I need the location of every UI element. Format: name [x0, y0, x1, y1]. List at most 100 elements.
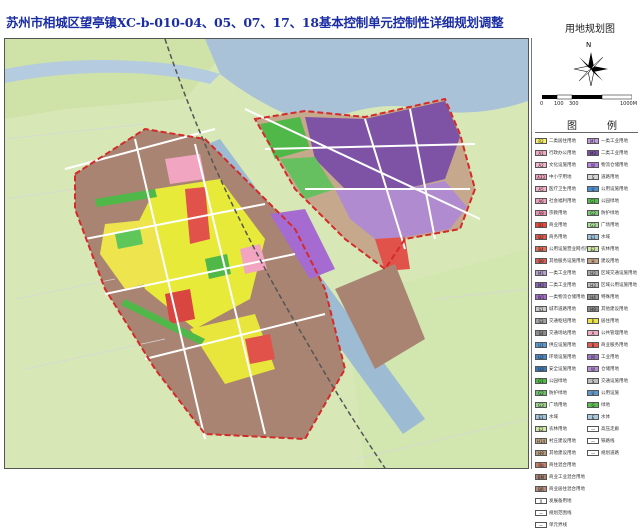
legend-title-char-1: 图	[567, 121, 577, 132]
legend-item: E1 水域	[587, 232, 639, 242]
map-sheet: 苏州市相城区望亭镇XC-b-010-04、05、07、17、18基本控制单元控制…	[0, 0, 640, 528]
legend-item	[587, 496, 639, 506]
legend-item: S 道路用地	[587, 172, 639, 182]
legend-item: M2 二类工业用地	[587, 148, 639, 158]
legend-label: 公园绿地	[549, 379, 567, 384]
legend-item: E1 水域	[535, 412, 587, 422]
legend-swatch: H14	[535, 438, 547, 444]
legend-label: 水体	[601, 415, 610, 420]
legend-swatch: A2	[535, 162, 547, 168]
scale-label-1: 100	[554, 101, 564, 107]
legend-item: E2 农林用地	[587, 244, 639, 254]
legend-label: 村庄建设用地	[549, 439, 576, 444]
legend-item: A6 社会福利用地	[535, 196, 587, 206]
legend-item	[587, 484, 639, 494]
legend-label: 文化设施用地	[549, 163, 576, 168]
legend-item: M1 一类工业用地	[587, 136, 639, 146]
legend-panel: N 0 100 300 1000M 图 例 R2 二类居住用地 M1 一类工业用地 A1…	[531, 38, 640, 528]
legend-swatch: B	[587, 342, 599, 348]
legend-item: M1 一类工业用地	[535, 268, 587, 278]
legend-label: 区域公用设施用地	[601, 283, 637, 288]
legend-label: 特殊用地	[601, 295, 619, 300]
legend-item: H9 其他建设用地	[587, 304, 639, 314]
legend-item: U 公用设施用地	[587, 184, 639, 194]
legend-swatch: Rb	[535, 462, 547, 468]
legend-swatch: X	[535, 498, 547, 504]
legend-swatch: H2	[587, 270, 599, 276]
legend-label: 其他建设用地	[549, 451, 576, 456]
legend-label: 商务用地	[549, 235, 567, 240]
legend-label: 二类工业用地	[601, 151, 628, 156]
legend-label: 水域	[601, 235, 610, 240]
legend-swatch: S	[587, 174, 599, 180]
legend-label: 商业工业混合用地	[549, 475, 585, 480]
legend-label: 广场用地	[549, 403, 567, 408]
legend-item: A33 中小学用地	[535, 172, 587, 182]
legend-label: 规划道路	[601, 451, 619, 456]
legend-label: 区域交通设施用地	[601, 271, 637, 276]
legend-label: 商业服务用地	[601, 343, 628, 348]
legend-swatch: BR	[535, 486, 547, 492]
legend-label: 物流仓储用地	[601, 163, 628, 168]
legend-swatch: H4	[587, 294, 599, 300]
legend-swatch: G2	[535, 390, 547, 396]
legend-swatch: —	[535, 522, 547, 528]
legend-item: A5 医疗卫生用地	[535, 184, 587, 194]
legend-item: G 绿地	[587, 400, 639, 410]
legend-label: 公共管理用地	[601, 331, 628, 336]
legend-swatch: H9	[535, 450, 547, 456]
scale-label-2: 300	[569, 101, 579, 107]
legend-item: H9 其他建设用地	[535, 448, 587, 458]
legend-swatch: —	[587, 450, 599, 456]
legend-label: 一类工业用地	[601, 139, 628, 144]
scale-bar	[542, 94, 632, 100]
compass-north-label: N	[586, 41, 592, 49]
legend-swatch: W	[587, 162, 599, 168]
legend-swatch: A33	[535, 174, 547, 180]
legend-label: 公用设施	[601, 391, 619, 396]
legend-label: 社会福利用地	[549, 199, 576, 204]
legend-item: S4 交通场站用地	[535, 328, 587, 338]
legend-swatch: M2	[587, 150, 599, 156]
land-use-map[interactable]	[4, 38, 529, 469]
legend-swatch: B9	[535, 258, 547, 264]
legend-item: Rb 商住混合用地	[535, 460, 587, 470]
land-use-map-svg	[5, 39, 528, 468]
legend-label: 水域	[549, 415, 558, 420]
legend-label: 二类工业用地	[549, 283, 576, 288]
legend-item: H2 区域交通设施用地	[587, 268, 639, 278]
legend-label: 广场用地	[601, 223, 619, 228]
legend-label: 铁路线	[601, 439, 615, 444]
legend-label: 商业居住混合用地	[549, 487, 585, 492]
legend-label: 城市道路用地	[549, 307, 576, 312]
scale-label-3: 1000M	[620, 101, 638, 107]
legend-item: G1 公园绿地	[535, 376, 587, 386]
legend-swatch: B2	[535, 234, 547, 240]
legend-swatch: M	[587, 354, 599, 360]
legend-label: 商住混合用地	[549, 463, 576, 468]
legend-item: A9 宗教用地	[535, 208, 587, 218]
legend-item: A1 行政办公用地	[535, 148, 587, 158]
legend-item: M2 二类工业用地	[535, 280, 587, 290]
legend-divider	[535, 132, 638, 133]
legend-item: B9 其他服务设施用地	[535, 256, 587, 266]
legend-label: 一类物流仓储用地	[549, 295, 585, 300]
map-title: 苏州市相城区望亭镇XC-b-010-04、05、07、17、18基本控制单元控制…	[6, 15, 504, 30]
legend-item: B1 商业用地	[535, 220, 587, 230]
legend-item: G3 广场用地	[587, 220, 639, 230]
legend-title-char-2: 例	[607, 121, 617, 132]
legend-label: 商业用地	[549, 223, 567, 228]
legend-swatch: H	[587, 258, 599, 264]
legend-swatch: W	[587, 366, 599, 372]
legend-item: G2 防护绿地	[535, 388, 587, 398]
legend-item: H3 区域公用设施用地	[587, 280, 639, 290]
legend-label: 中小学用地	[549, 175, 572, 180]
legend-item: E2 农林用地	[535, 424, 587, 434]
legend-label: 单元界线	[549, 523, 567, 528]
legend-label: 供应设施用地	[549, 343, 576, 348]
legend-item: — 单元界线	[535, 520, 587, 530]
legend-label: 交通枢纽用地	[549, 319, 576, 324]
legend-item: G1 公园绿地	[587, 196, 639, 206]
legend-label: 防护绿地	[549, 391, 567, 396]
legend-item: B2 商务用地	[535, 232, 587, 242]
